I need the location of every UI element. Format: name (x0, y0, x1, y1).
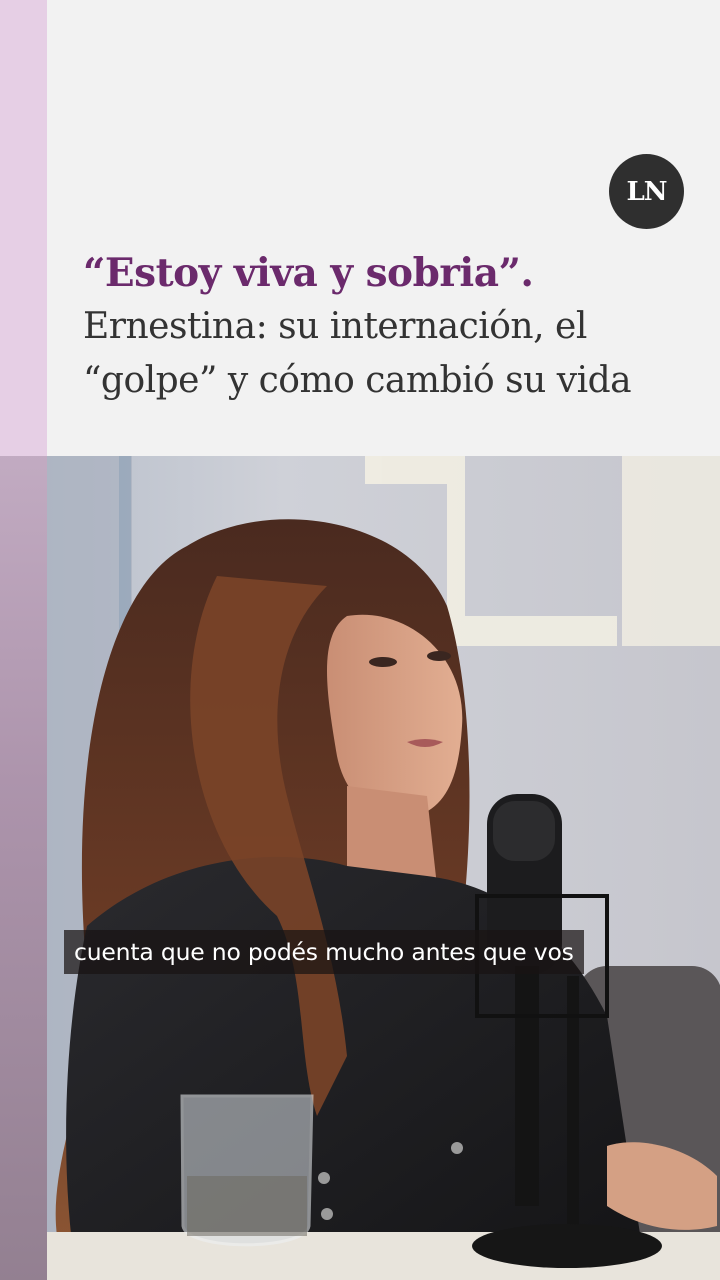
la-nacion-logo[interactable]: LN (609, 154, 684, 229)
video-frame (47, 456, 720, 1280)
video-player[interactable]: cuenta que no podés mucho antes que vos (47, 456, 720, 1280)
headline-lead: “Estoy viva y sobria”. (83, 250, 534, 296)
logo-text: LN (626, 176, 667, 207)
story-page: LN “Estoy viva y sobria”. Ernestina: su … (0, 0, 720, 1280)
caption-text: cuenta que no podés mucho antes que vos (74, 938, 574, 966)
headline-sub-line-1: Ernestina: su internación, el (83, 306, 587, 347)
accent-bar-lower (0, 456, 47, 1280)
accent-bar (0, 0, 47, 456)
video-caption: cuenta que no podés mucho antes que vos (64, 930, 584, 974)
headline-sub-line-2: “golpe” y cómo cambió su vida (83, 360, 632, 401)
headline: “Estoy viva y sobria”. Ernestina: su int… (83, 246, 703, 408)
water-glass-icon (180, 1094, 314, 1247)
